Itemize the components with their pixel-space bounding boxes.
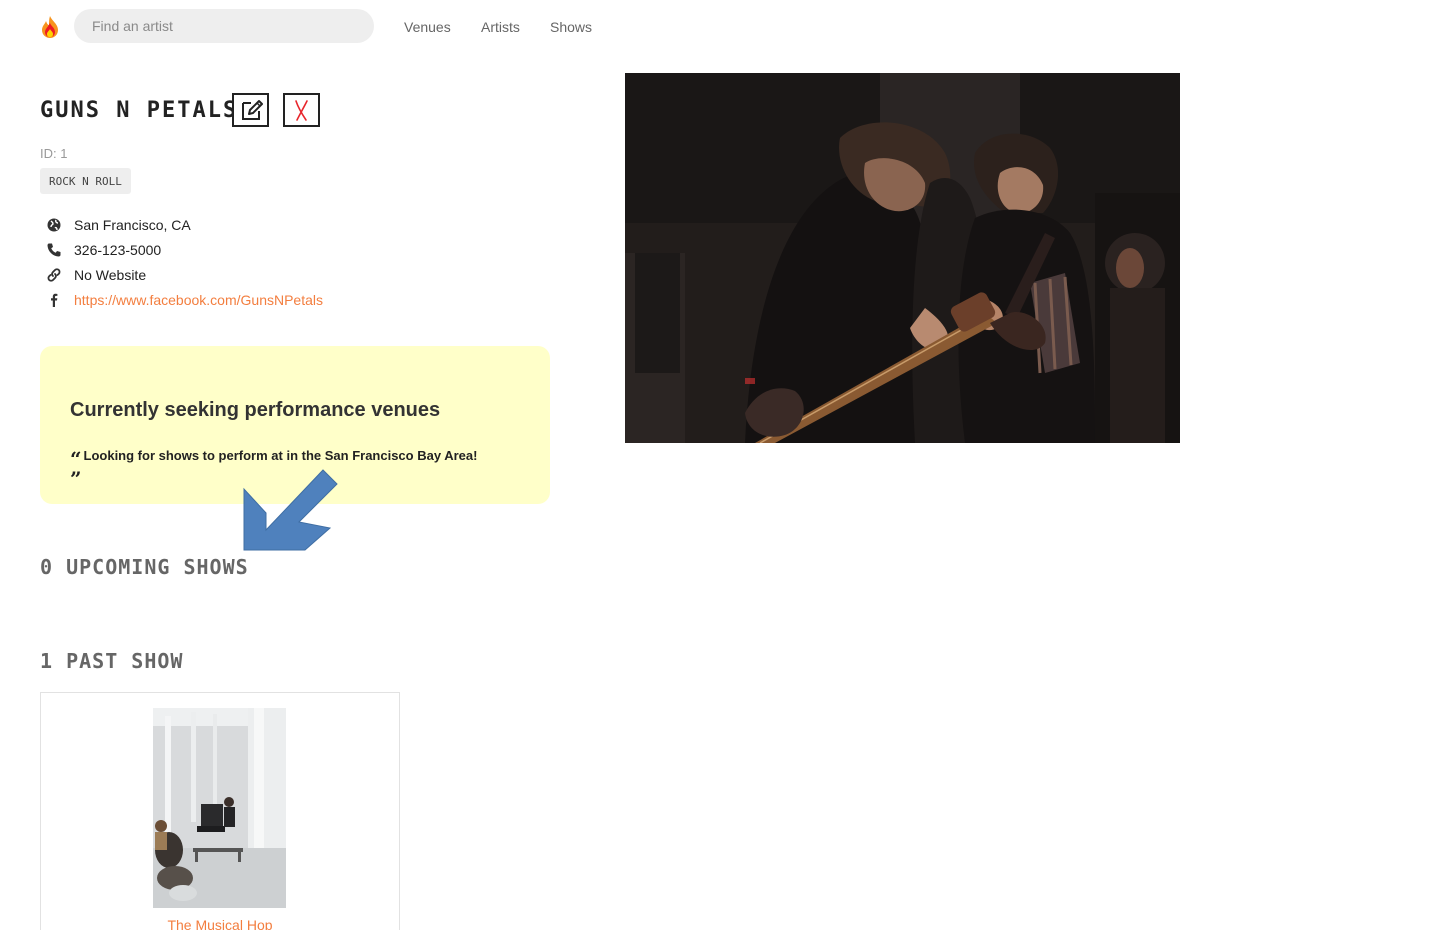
facebook-link[interactable]: https://www.facebook.com/GunsNPetals xyxy=(74,292,323,308)
past-show-card[interactable]: The Musical Hop xyxy=(40,692,400,930)
annotation-arrow-icon xyxy=(243,469,338,551)
nav-link-artists[interactable]: Artists xyxy=(481,19,520,35)
phone-icon xyxy=(47,243,61,257)
quote-right-icon: ” xyxy=(70,467,82,491)
nav-link-venues[interactable]: Venues xyxy=(404,19,451,35)
venue-photo[interactable] xyxy=(153,708,286,908)
facebook-icon xyxy=(51,293,58,307)
globe-icon xyxy=(47,218,61,232)
navbar: Venues Artists Shows xyxy=(0,0,1450,55)
seeking-title: Currently seeking performance venues xyxy=(70,399,441,421)
genre-tag: ROCK N ROLL xyxy=(40,168,131,194)
search-input[interactable] xyxy=(74,9,374,43)
link-icon xyxy=(47,268,61,282)
phone-text: 326-123-5000 xyxy=(74,242,162,258)
artist-id: ID: 1 xyxy=(40,146,68,161)
website-text: No Website xyxy=(74,267,147,283)
band-performing-photo xyxy=(625,73,1180,443)
nav-link-shows[interactable]: Shows xyxy=(550,19,592,35)
upcoming-shows-heading: 0 UPCOMING SHOWS xyxy=(40,555,249,579)
location-text: San Francisco, CA xyxy=(74,217,191,233)
past-show-venue-link[interactable]: The Musical Hop xyxy=(41,917,399,930)
delete-x-icon xyxy=(295,100,308,121)
artist-name: GUNS N PETALS xyxy=(40,98,239,123)
edit-artist-button[interactable] xyxy=(232,93,269,127)
past-shows-heading: 1 PAST SHOW xyxy=(40,649,184,673)
flame-icon[interactable] xyxy=(40,15,60,39)
edit-icon xyxy=(242,100,263,120)
delete-artist-button[interactable] xyxy=(283,93,320,127)
